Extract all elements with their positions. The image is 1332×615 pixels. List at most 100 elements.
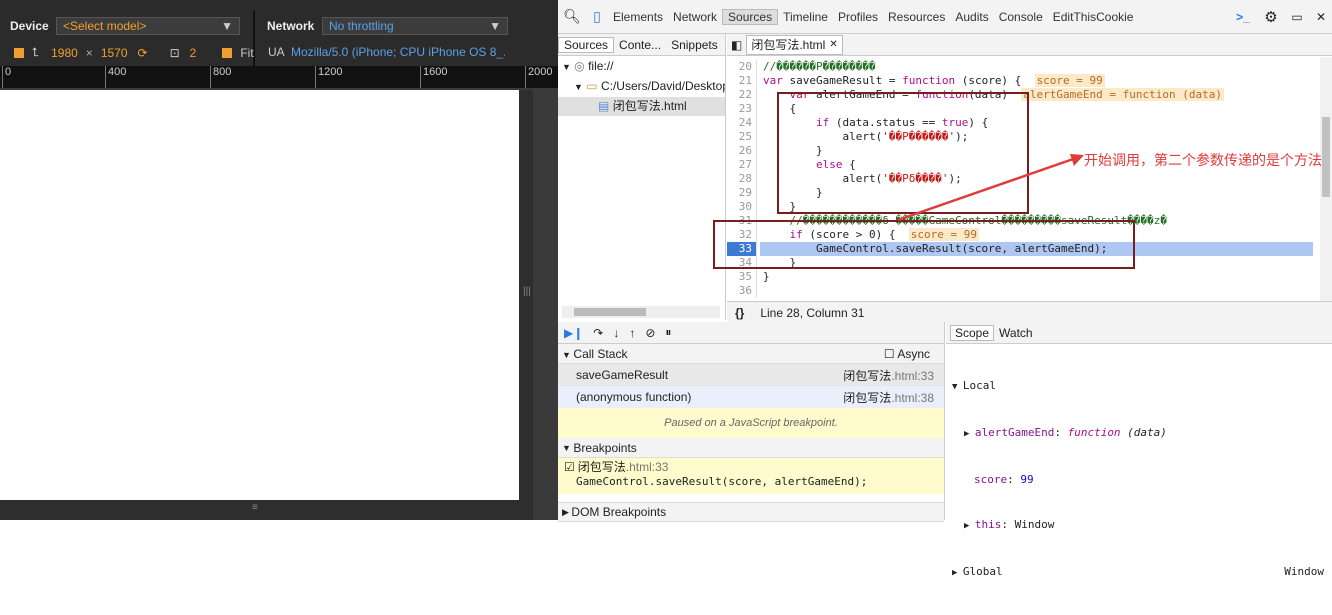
- resolution-checkbox[interactable]: [14, 47, 24, 58]
- debugger-sidebar: ▶❙ ↷ ↓ ↑ ⊘ ⏸ ▼ Call Stack ☐ Async saveGa…: [558, 322, 945, 522]
- line-number[interactable]: 27: [727, 158, 757, 172]
- line-number[interactable]: 36: [727, 284, 757, 298]
- dpr-icon: ⊡: [169, 45, 180, 60]
- variable-name: alertGameEnd: [974, 426, 1055, 439]
- line-number[interactable]: 21: [727, 74, 757, 88]
- network-select[interactable]: No throttling ▼: [322, 17, 508, 35]
- tab-console[interactable]: Console: [994, 10, 1048, 24]
- line-number[interactable]: 23: [727, 102, 757, 116]
- viewport-resizer[interactable]: |||: [519, 90, 533, 510]
- step-out-icon[interactable]: ↑: [629, 326, 635, 340]
- line-number[interactable]: 20: [727, 60, 757, 74]
- line-number[interactable]: 22: [727, 88, 757, 102]
- search-icon[interactable]: 🔍︎: [558, 8, 586, 25]
- dom-breakpoints-header[interactable]: ▶ DOM Breakpoints: [558, 502, 944, 522]
- tab-snippets[interactable]: Snippets: [666, 38, 723, 52]
- device-mode-icon[interactable]: ▯: [586, 8, 608, 25]
- breakpoints-header[interactable]: ▼ Breakpoints: [558, 438, 944, 458]
- devtools-tabbar: 🔍︎ ▯ Elements Network Sources Timeline P…: [558, 0, 1332, 34]
- breakpoint-item[interactable]: ☑ 闭包写法 .html:33 GameControl.saveResult(sc…: [558, 458, 944, 494]
- device-select-value: <Select model>: [63, 19, 147, 33]
- navigator-scrollbar[interactable]: [562, 306, 720, 318]
- line-number[interactable]: 26: [727, 144, 757, 158]
- dpr-field[interactable]: 2: [190, 46, 197, 60]
- fit-checkbox[interactable]: [222, 47, 233, 58]
- editor-vertical-scrollbar[interactable]: [1320, 57, 1332, 301]
- variable-value: (data): [1120, 426, 1167, 439]
- pause-on-exceptions-icon[interactable]: ⏸: [665, 325, 671, 340]
- deactivate-breakpoints-icon[interactable]: ⊘: [645, 326, 655, 340]
- editor-tab-file[interactable]: 闭包写法.html ✕: [746, 34, 843, 55]
- emulation-toolbar: Device <Select model> ▼ Network No throt…: [0, 0, 558, 66]
- line-number[interactable]: 28: [727, 172, 757, 186]
- tab-editthiscookie[interactable]: EditThisCookie: [1048, 10, 1139, 24]
- editor-status-bar: {} Line 28, Column 31: [727, 301, 1332, 323]
- gear-icon[interactable]: ⚙: [1258, 8, 1284, 26]
- bottom-resizer[interactable]: ≡: [0, 500, 533, 520]
- tree-item-origin[interactable]: ▼ ◎ file://: [558, 57, 725, 77]
- call-frame-file[interactable]: 闭包写法: [843, 369, 891, 383]
- breakpoint-file: 闭包写法: [577, 460, 626, 474]
- rotate-axes-icon: ⮤: [32, 45, 40, 59]
- sources-navigator: Sources Conte... Snippets ▼ ◎ file:// ▼ …: [558, 34, 726, 320]
- toggle-navigator-icon[interactable]: ◧: [727, 38, 746, 52]
- scope-variable[interactable]: ▶ alertGameEnd: function (data): [952, 425, 1326, 442]
- expand-triangle-icon: ▶: [964, 521, 975, 531]
- line-number[interactable]: 25: [727, 130, 757, 144]
- resize-handle-icon[interactable]: |||: [523, 286, 531, 297]
- editor-tab-label: 闭包写法.html: [751, 38, 826, 52]
- tab-audits[interactable]: Audits: [950, 10, 993, 24]
- pretty-print-icon[interactable]: {}: [727, 306, 752, 320]
- call-frame[interactable]: saveGameResult 闭包写法.html:33: [558, 364, 944, 386]
- close-icon[interactable]: ✕: [829, 39, 837, 50]
- line-number[interactable]: 24: [727, 116, 757, 130]
- console-drawer-icon[interactable]: >_: [1228, 10, 1258, 24]
- width-field[interactable]: 1980: [51, 46, 78, 60]
- call-frame-file[interactable]: 闭包写法: [843, 391, 891, 405]
- tab-resources[interactable]: Resources: [883, 10, 950, 24]
- tab-content-scripts[interactable]: Conte...: [614, 38, 666, 52]
- call-frame[interactable]: (anonymous function) 闭包写法.html:38: [558, 386, 944, 408]
- folder-icon: ▭: [586, 79, 598, 93]
- height-field[interactable]: 1570: [101, 46, 128, 60]
- ruler-tick: 0: [2, 66, 11, 88]
- device-label: Device: [10, 19, 49, 33]
- swap-dimensions-icon[interactable]: ⟳: [138, 46, 148, 60]
- step-over-icon[interactable]: ↷: [593, 326, 603, 340]
- scope-panel: Scope Watch ▼ Local ▶ alertGameEnd: func…: [946, 322, 1332, 578]
- tab-sources[interactable]: Sources: [722, 8, 779, 25]
- tab-timeline[interactable]: Timeline: [778, 10, 833, 24]
- device-select[interactable]: <Select model> ▼: [56, 17, 240, 35]
- scope-title: Local: [962, 379, 996, 392]
- dock-icon[interactable]: ▭: [1284, 10, 1310, 24]
- scope-local[interactable]: ▼ Local: [952, 378, 1326, 395]
- tab-watch[interactable]: Watch: [994, 326, 1038, 340]
- step-into-icon[interactable]: ↓: [613, 326, 619, 340]
- tab-elements[interactable]: Elements: [608, 10, 668, 24]
- tab-sources-nav[interactable]: Sources: [558, 36, 615, 53]
- emulated-viewport[interactable]: [0, 90, 519, 500]
- resume-icon[interactable]: ▶❙: [564, 326, 583, 340]
- scope-title: Global: [962, 565, 1003, 578]
- close-icon[interactable]: ✕: [1310, 10, 1332, 24]
- tab-network[interactable]: Network: [668, 10, 722, 24]
- tree-item-file[interactable]: ▤ 闭包写法.html: [558, 97, 725, 116]
- scope-global[interactable]: ▶ Global Window: [952, 564, 1326, 581]
- file-icon: ▤: [598, 99, 610, 113]
- times-sign: ×: [85, 45, 93, 60]
- line-number[interactable]: 30: [727, 200, 757, 214]
- tab-scope[interactable]: Scope: [950, 324, 995, 341]
- editor-tabs: ◧ 闭包写法.html ✕: [727, 34, 1332, 56]
- tab-profiles[interactable]: Profiles: [833, 10, 883, 24]
- tree-item-folder[interactable]: ▼ ▭ C:/Users/David/Desktop: [558, 77, 725, 97]
- ruler-tick: 800: [210, 66, 231, 88]
- ua-field[interactable]: Mozilla/5.0 (iPhone; CPU iPhone OS 8_...: [291, 45, 505, 59]
- call-stack-header[interactable]: ▼ Call Stack ☐ Async: [558, 344, 944, 364]
- breakpoint-checkbox[interactable]: ☑: [564, 460, 575, 474]
- line-number[interactable]: 35: [727, 270, 757, 284]
- resize-handle-icon[interactable]: ≡: [252, 502, 258, 513]
- async-checkbox[interactable]: ☐: [884, 347, 895, 361]
- chevron-down-icon: ▼: [489, 19, 501, 33]
- line-number[interactable]: 29: [727, 186, 757, 200]
- scope-variable[interactable]: score: 99: [952, 472, 1326, 487]
